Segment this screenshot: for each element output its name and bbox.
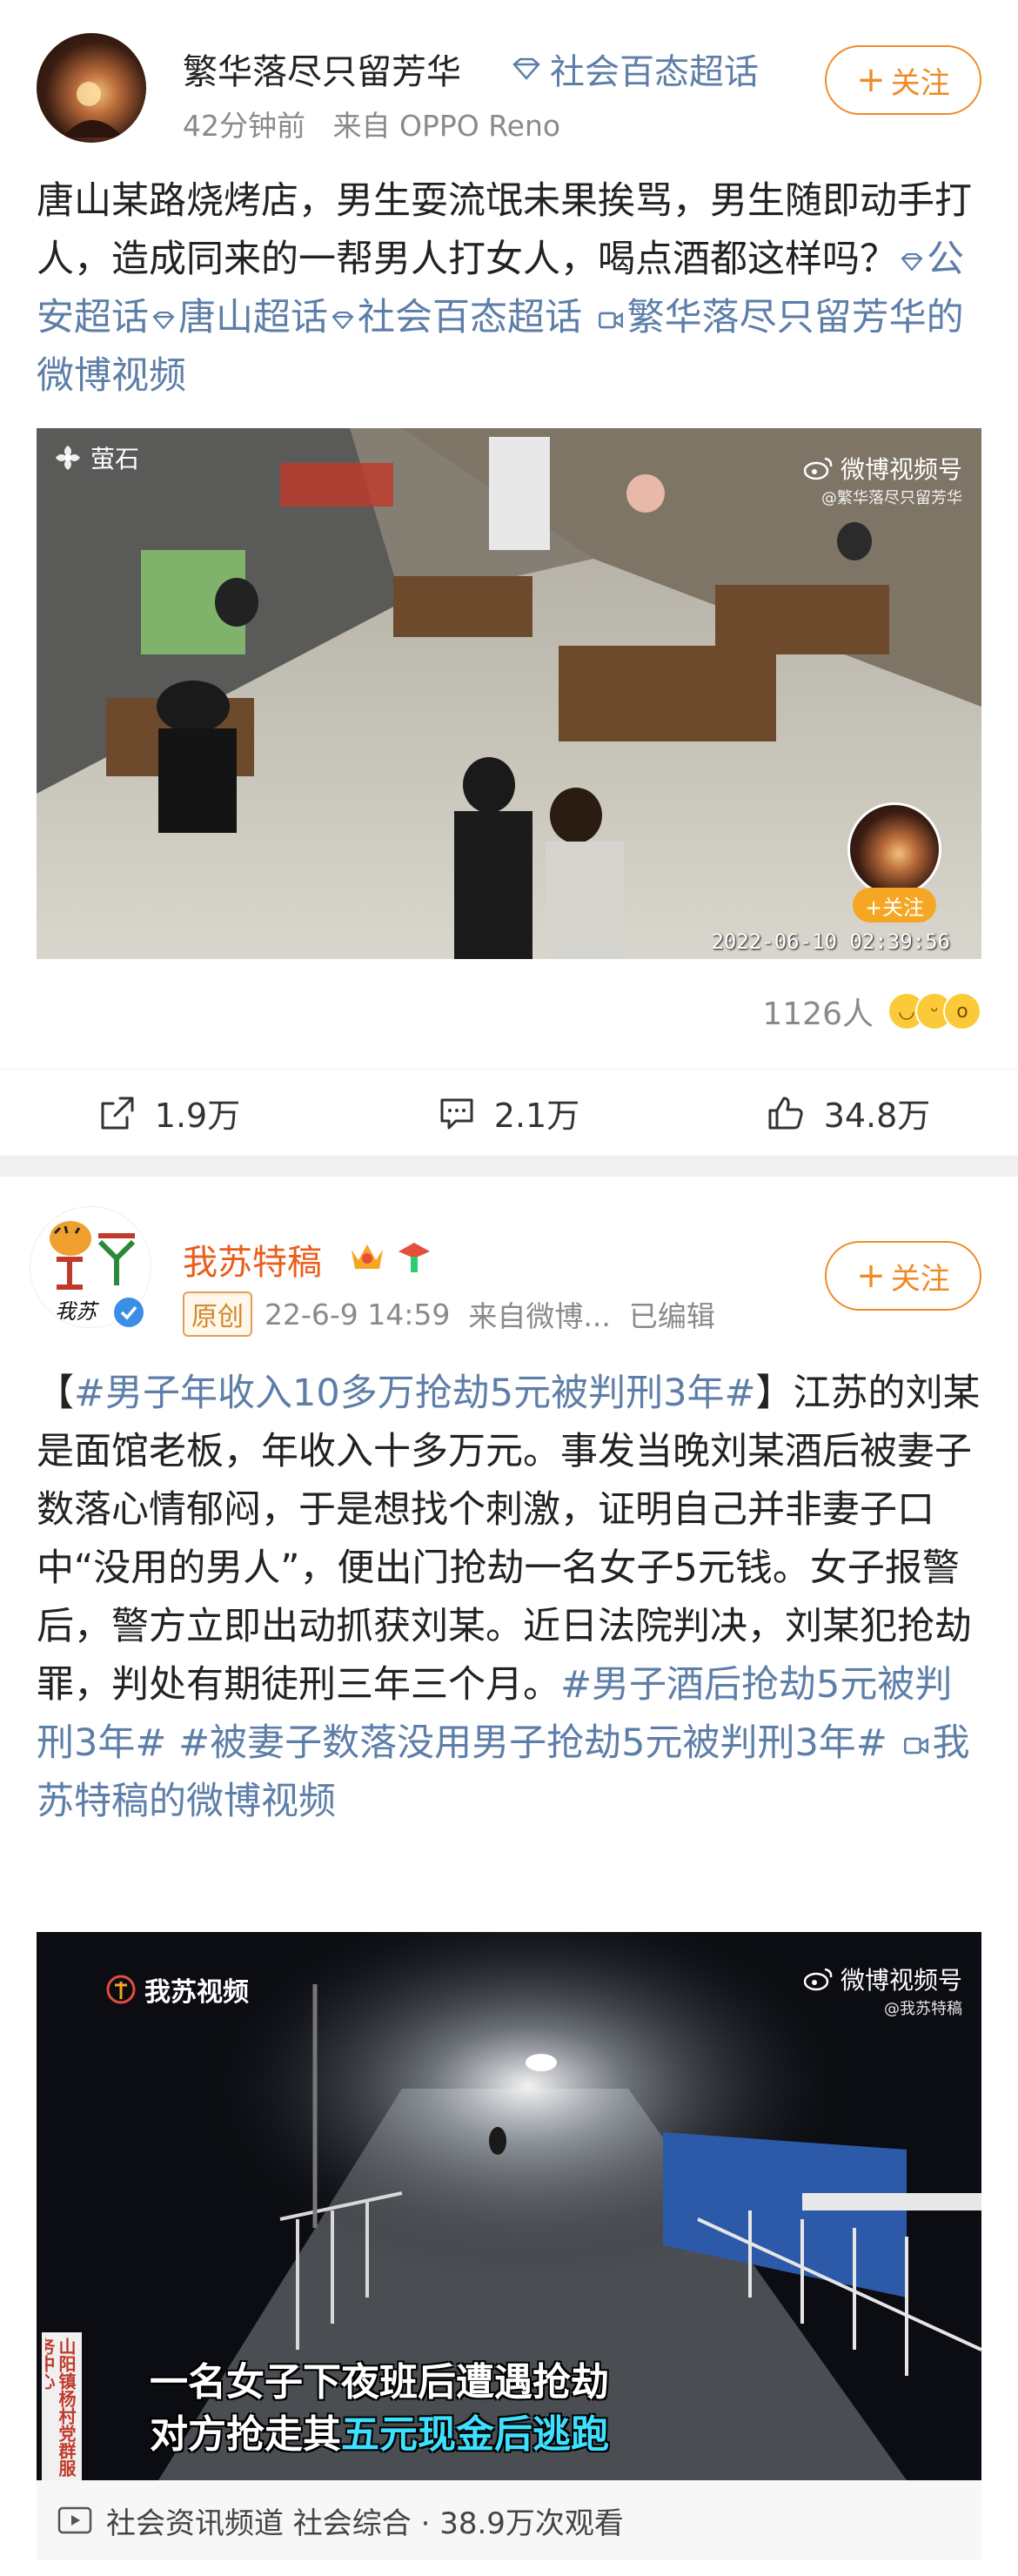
topic-chip-label: 社会百态超话 [550,52,759,92]
caption-line-1: 一名女子下夜班后遭遇抢劫 [150,2360,609,2405]
watermark-title: 微博视频号 [840,455,962,484]
avatar[interactable] [37,33,146,143]
username[interactable]: 我苏特稿 [183,1234,322,1285]
super-topic-icon [152,311,175,329]
thumbs-up-icon [768,1097,803,1129]
post-time: 42分钟前 [183,109,305,143]
action-bar: 1.9万 2.1万 34.8万 [0,1069,1018,1156]
follow-button[interactable]: + 关注 [825,45,981,115]
caption-line-2: 对方抢走其五元现金后逃跑 [150,2409,609,2461]
plus-icon: + [856,60,886,100]
wosu-logo-icon [106,1975,136,2004]
video-overlay-avatar[interactable] [847,802,941,896]
watermark-sub: @我苏特稿 [884,2000,962,2018]
reaction-emojis: ◡ ᵕ o [887,992,981,1030]
topic-chip[interactable]: 社会百态超话 [512,44,759,94]
weibo-post-2: 我苏 我苏特稿 原创 22-6-9 14:59 来自微博... 已编辑 + 关注… [0,1177,1018,2576]
comment-icon [440,1098,473,1129]
follow-label: 关注 [890,1261,950,1297]
weibo-watermark: 微博视频号 @繁华落尽只留芳华 [803,451,962,508]
video-player[interactable]: 我苏视频 微博视频号 @我苏特稿 山阳镇杨村党群服务中心 一名女子下夜班后遭遇抢… [37,1932,981,2480]
video-info-bar[interactable]: 社会资讯频道 社会综合 · 38.9万次观看 [37,2480,981,2560]
topic-link[interactable]: 社会百态超话 [358,296,582,339]
fan-badge-icon [395,1239,433,1274]
vip-crown-icon [348,1239,386,1274]
weibo-post-1: 繁华落尽只留芳华 社会百态超话 42分钟前 来自 OPPO Reno + 关注 … [0,0,1018,1156]
reaction-summary[interactable]: 1126人 ◡ ᵕ o [762,989,981,1034]
post-meta: 原创 22-6-9 14:59 来自微博... 已编辑 [183,1291,715,1337]
share-icon [101,1097,134,1129]
camera-brand: 萤石 [52,440,139,475]
post-text: 【#男子年收入10多万抢劫5元被判刑3年#】江苏的刘某是面馆老板，年收入十多万元… [37,1372,981,1823]
surprise-face-icon: o [943,992,981,1030]
edited-label[interactable]: 已编辑 [629,1293,715,1335]
verified-badge-icon [111,1295,146,1330]
caption-line-2-text: 对方抢走其 [150,2412,341,2457]
post-meta: 42分钟前 来自 OPPO Reno [183,103,560,144]
reaction-count: 1126人 [762,996,874,1032]
video-play-icon [57,2506,92,2534]
repost-button[interactable]: 1.9万 [0,1070,339,1156]
hashtag-link[interactable]: #被妻子数落没用男子抢劫5元被判刑3年# [178,1721,887,1765]
camera-brand-label: 萤石 [90,445,140,473]
caption-highlight: 五元现金后逃跑 [341,2412,609,2457]
channel-logo: 我苏视频 [106,1970,249,2009]
repost-count: 1.9万 [154,1097,241,1135]
channel-logo-label: 我苏视频 [144,1977,249,2008]
follow-label: 关注 [890,65,950,101]
plus-icon: + [856,1256,886,1296]
fan-logo-icon [56,446,80,470]
watermark-sub: @繁华落尽只留芳华 [821,489,962,507]
video-link-icon [903,1737,928,1754]
weibo-watermark: 微博视频号 @我苏特稿 [803,1962,962,2019]
video-overlay-follow-button[interactable]: +关注 [853,888,936,922]
original-badge: 原创 [183,1291,252,1337]
weibo-logo-icon [803,457,833,480]
avatar-label: 我苏 [55,1299,97,1324]
video-player[interactable]: 萤石 微博视频号 @繁华落尽只留芳华 +关注 2022-06-10 02:39:… [37,428,981,959]
post-source[interactable]: 来自微博... [468,1293,610,1335]
post-body: 江苏的刘某是面馆老板，年收入十多万元。事发当晚刘某酒后被妻子数落心情郁闷，于是想… [37,1372,981,1707]
post-source: 来自 OPPO Reno [332,109,561,143]
comment-count: 2.1万 [493,1097,580,1135]
post-divider [0,1156,1018,1177]
video-info-text: 社会资讯频道 社会综合 · 38.9万次观看 [106,2506,624,2541]
post-text: 唐山某路烧烤店，男生耍流氓未果挨骂，男生随即动手打人，造成同来的一帮男人打女人，… [37,172,985,406]
super-topic-icon [901,252,923,271]
super-topic-icon [512,57,540,80]
topic-link[interactable]: 唐山超话 [178,296,328,339]
post-time: 22-6-9 14:59 [265,1297,451,1332]
like-button[interactable]: 34.8万 [679,1070,1018,1156]
video-caption: 一名女子下夜班后遭遇抢劫 对方抢走其五元现金后逃跑 [150,2357,609,2461]
video-timestamp: 2022-06-10 02:39:56 [711,929,950,954]
video-link-icon [598,312,623,328]
post-body: 唐山某路烧烤店，男生耍流氓未果挨骂，男生随即动手打人，造成同来的一帮男人打女人，… [37,179,972,281]
super-topic-icon [332,311,354,329]
username[interactable]: 繁华落尽只留芳华 [183,44,461,94]
comment-button[interactable]: 2.1万 [339,1070,679,1156]
building-sign: 山阳镇杨村党群服务中心 [45,2338,77,2477]
follow-button[interactable]: + 关注 [825,1241,981,1311]
hashtag-link[interactable]: #男子年收入10多万抢劫5元被判刑3年# [74,1372,756,1415]
like-count: 34.8万 [823,1097,931,1135]
weibo-logo-icon [803,1968,833,1991]
watermark-title: 微博视频号 [840,1966,962,1995]
